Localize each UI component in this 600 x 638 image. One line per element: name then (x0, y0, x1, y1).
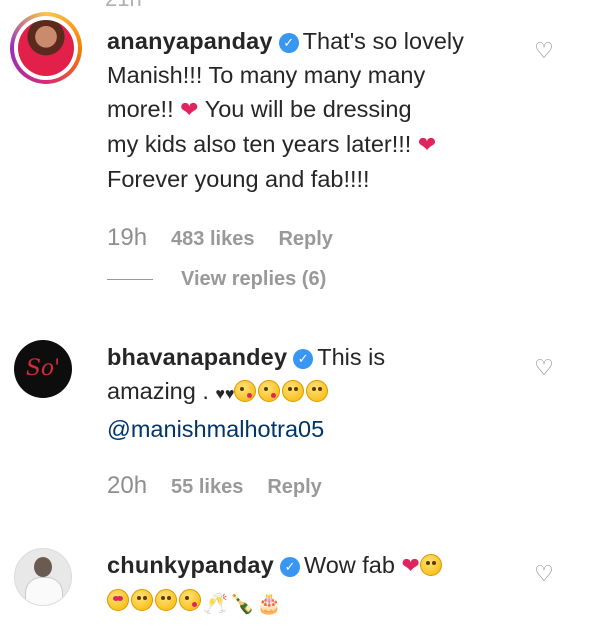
likes-count[interactable]: 483 likes (171, 228, 254, 251)
comment-text: chunkypanday ✓ Wow fab ❤ 🥂 🍾 🎂 (107, 548, 507, 621)
mention-link[interactable]: @manishmalhotra05 (107, 416, 324, 442)
verified-badge-icon: ✓ (279, 557, 300, 577)
avatar-chunkypanday[interactable] (14, 548, 72, 606)
username[interactable]: ananyapanday (107, 28, 273, 54)
kissing-face-emoji-icon (179, 589, 201, 611)
cake-emoji-icon: 🎂 (256, 593, 282, 615)
smiling-face-emoji-icon (282, 380, 305, 402)
view-replies-button[interactable]: View replies (6) (107, 268, 326, 291)
hugging-face-emoji-icon (419, 554, 442, 576)
likes-count[interactable]: 55 likes (171, 476, 243, 499)
avatar-ananyapanday[interactable] (10, 12, 82, 84)
kissing-face-emoji-icon (234, 380, 257, 402)
comment-time: 19h (107, 224, 148, 251)
comment-time: 20h (107, 472, 148, 499)
divider-line (107, 279, 153, 280)
previous-comment-time: 21h (105, 0, 142, 12)
heart-outline-icon[interactable]: ♡ (533, 563, 555, 585)
comment-meta: 20h 55 likes Reply (107, 472, 322, 500)
username[interactable]: chunkypanday (107, 552, 274, 578)
avatar-photo (18, 20, 74, 76)
avatar-bhavanapandey[interactable]: So' (14, 340, 72, 398)
heart-eyes-emoji-icon (107, 589, 129, 611)
red-heart-emoji-icon: ❤ (180, 97, 199, 122)
reply-button[interactable]: Reply (278, 228, 332, 251)
comment-text: ananyapanday ✓ That's so lovely Manish!!! … (107, 28, 464, 192)
comment-text: bhavanapandey ✓ This is amazing . ♥♥ @mani… (107, 344, 386, 442)
verified-badge-icon: ✓ (278, 33, 299, 53)
heart-outline-icon[interactable]: ♡ (533, 357, 555, 379)
grinning-face-emoji-icon (131, 589, 153, 611)
sparkling-heart-emoji-icon: ❤ (401, 553, 420, 578)
verified-badge-icon: ✓ (293, 349, 314, 369)
reply-button[interactable]: Reply (267, 476, 321, 499)
heart-outline-icon[interactable]: ♡ (533, 40, 555, 62)
smiling-face-emoji-icon (155, 589, 177, 611)
bottle-emoji-icon: 🍾 (229, 593, 255, 615)
hugging-face-emoji-icon (306, 380, 329, 402)
red-heart-emoji-icon: ❤ (417, 132, 437, 157)
kissing-face-emoji-icon (258, 380, 281, 402)
comment-meta: 19h 483 likes Reply (107, 224, 333, 252)
clinking-glasses-emoji-icon: 🥂 (203, 593, 228, 615)
black-heart-emoji-icon: ♥♥ (215, 386, 235, 403)
username[interactable]: bhavanapandey (107, 344, 287, 370)
